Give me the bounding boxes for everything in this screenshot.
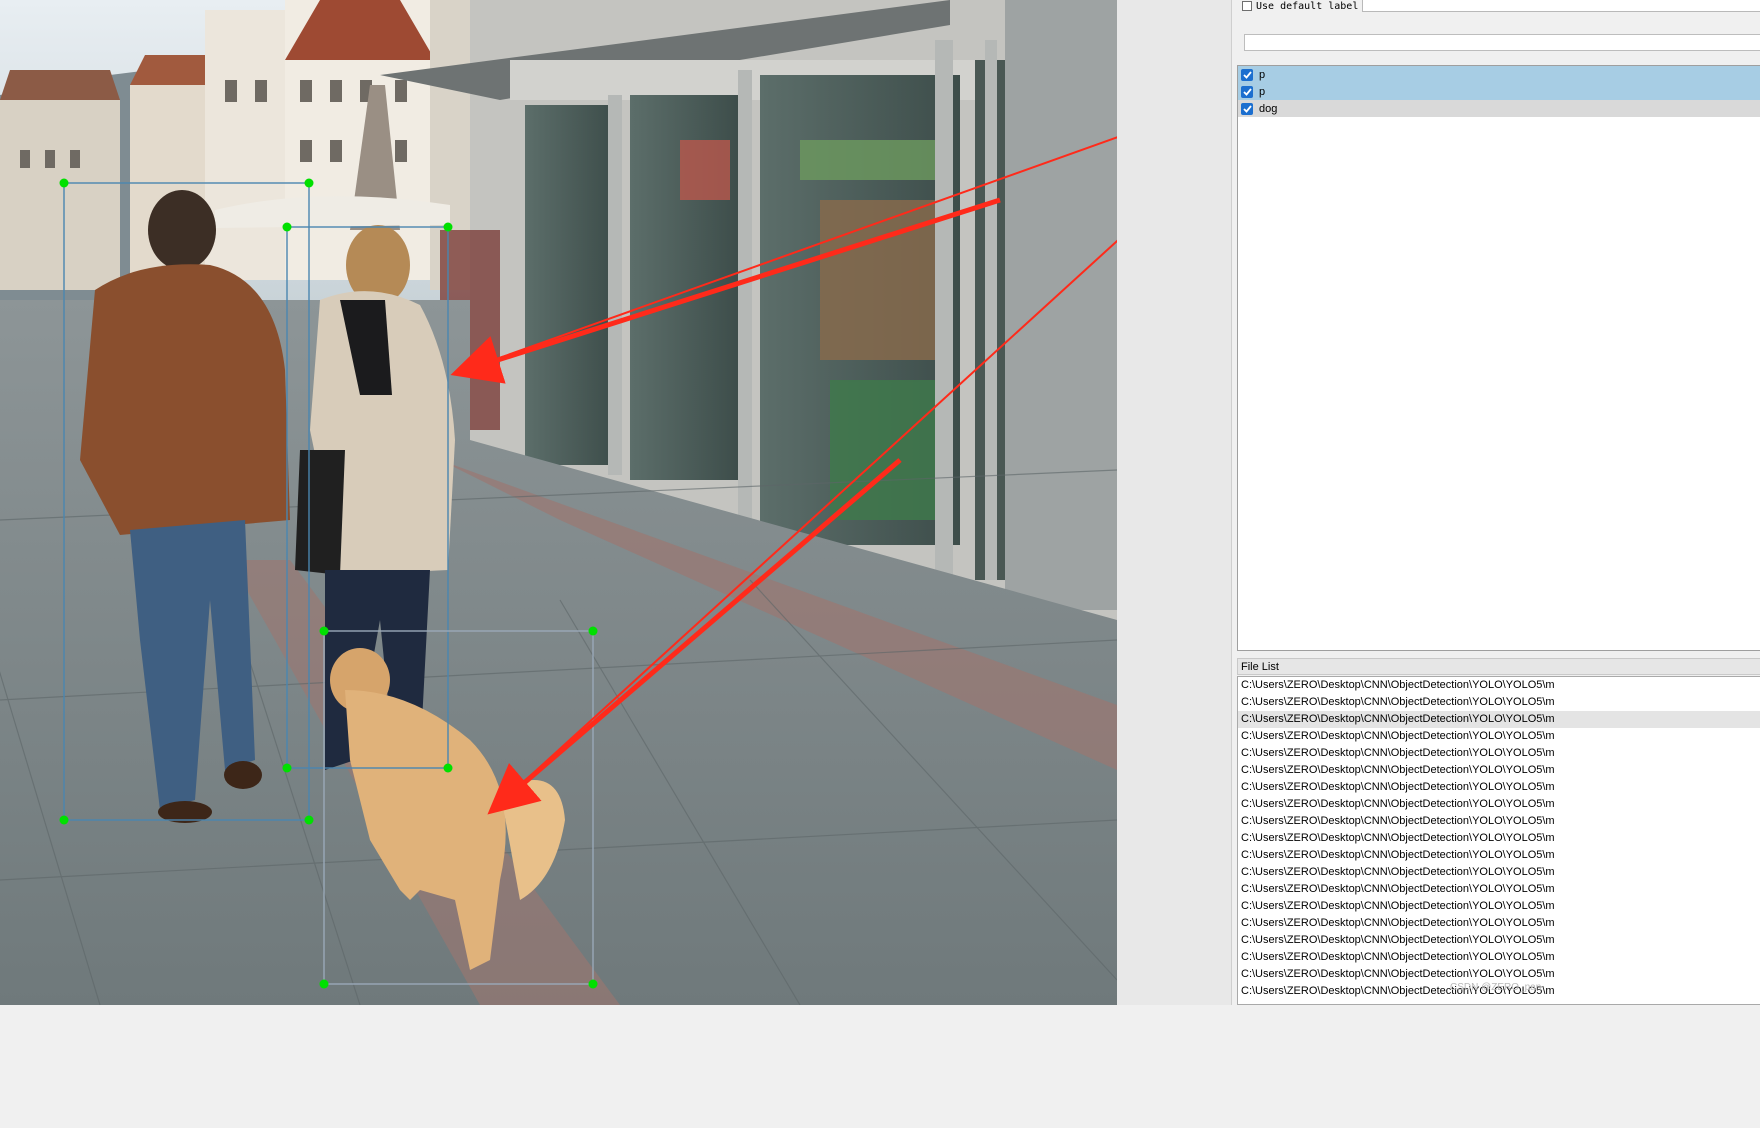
label-list[interactable]: p p dog bbox=[1237, 65, 1760, 651]
file-list[interactable]: C:\Users\ZERO\Desktop\CNN\ObjectDetectio… bbox=[1237, 676, 1760, 1005]
file-list-item[interactable]: C:\Users\ZERO\Desktop\CNN\ObjectDetectio… bbox=[1238, 966, 1760, 983]
label-list-item[interactable]: p bbox=[1238, 66, 1760, 83]
label-list-item[interactable]: p bbox=[1238, 83, 1760, 100]
handle bbox=[304, 178, 314, 188]
file-list-item[interactable]: C:\Users\ZERO\Desktop\CNN\ObjectDetectio… bbox=[1238, 779, 1760, 796]
handle bbox=[282, 222, 292, 232]
use-default-label-checkbox[interactable] bbox=[1242, 1, 1252, 11]
file-list-item[interactable]: C:\Users\ZERO\Desktop\CNN\ObjectDetectio… bbox=[1238, 762, 1760, 779]
handle bbox=[59, 178, 69, 188]
label-list-item[interactable]: dog bbox=[1238, 100, 1760, 117]
file-list-item[interactable]: C:\Users\ZERO\Desktop\CNN\ObjectDetectio… bbox=[1238, 813, 1760, 830]
use-default-label-row[interactable]: Use default label bbox=[1242, 0, 1358, 12]
default-label-input[interactable] bbox=[1362, 0, 1760, 12]
handle bbox=[443, 222, 453, 232]
checkbox-checked-icon[interactable] bbox=[1241, 68, 1253, 81]
handle bbox=[588, 626, 598, 636]
handle bbox=[588, 979, 598, 989]
annotation-overlay bbox=[59, 178, 598, 989]
file-list-item[interactable]: C:\Users\ZERO\Desktop\CNN\ObjectDetectio… bbox=[1238, 677, 1760, 694]
file-list-item[interactable]: C:\Users\ZERO\Desktop\CNN\ObjectDetectio… bbox=[1238, 881, 1760, 898]
file-list-item[interactable]: C:\Users\ZERO\Desktop\CNN\ObjectDetectio… bbox=[1238, 864, 1760, 881]
label-text: dog bbox=[1259, 102, 1278, 115]
file-list-item[interactable]: C:\Users\ZERO\Desktop\CNN\ObjectDetectio… bbox=[1238, 796, 1760, 813]
handle bbox=[319, 626, 329, 636]
file-list-item[interactable]: C:\Users\ZERO\Desktop\CNN\ObjectDetectio… bbox=[1238, 830, 1760, 847]
checkbox-checked-icon[interactable] bbox=[1241, 85, 1253, 98]
handle bbox=[319, 979, 329, 989]
checkbox-checked-icon[interactable] bbox=[1241, 102, 1253, 115]
handle bbox=[443, 763, 453, 773]
file-list-item[interactable]: C:\Users\ZERO\Desktop\CNN\ObjectDetectio… bbox=[1238, 711, 1760, 728]
file-list-item[interactable]: C:\Users\ZERO\Desktop\CNN\ObjectDetectio… bbox=[1238, 745, 1760, 762]
file-list-item[interactable]: C:\Users\ZERO\Desktop\CNN\ObjectDetectio… bbox=[1238, 949, 1760, 966]
watermark: CSDN @ZERO_pan bbox=[1450, 982, 1542, 993]
bbox-person-2 bbox=[286, 226, 449, 769]
bbox-dog bbox=[323, 630, 594, 985]
right-dock: Use default label p p dog File List C:\U… bbox=[1231, 0, 1760, 1005]
label-text: p bbox=[1259, 85, 1266, 98]
use-default-label-text: Use default label bbox=[1256, 0, 1359, 12]
label-filter-input[interactable] bbox=[1244, 34, 1760, 51]
label-text: p bbox=[1259, 68, 1266, 81]
bbox-person-1 bbox=[63, 182, 310, 821]
file-list-item[interactable]: C:\Users\ZERO\Desktop\CNN\ObjectDetectio… bbox=[1238, 932, 1760, 949]
file-list-item[interactable]: C:\Users\ZERO\Desktop\CNN\ObjectDetectio… bbox=[1238, 694, 1760, 711]
file-list-item[interactable]: C:\Users\ZERO\Desktop\CNN\ObjectDetectio… bbox=[1238, 847, 1760, 864]
image-canvas[interactable] bbox=[0, 0, 1117, 1005]
handle bbox=[59, 815, 69, 825]
handle bbox=[282, 763, 292, 773]
file-list-item[interactable]: C:\Users\ZERO\Desktop\CNN\ObjectDetectio… bbox=[1238, 728, 1760, 745]
file-list-item[interactable]: C:\Users\ZERO\Desktop\CNN\ObjectDetectio… bbox=[1238, 898, 1760, 915]
canvas-margin bbox=[1117, 0, 1231, 1005]
file-list-item[interactable]: C:\Users\ZERO\Desktop\CNN\ObjectDetectio… bbox=[1238, 915, 1760, 932]
file-list-title: File List bbox=[1237, 658, 1760, 675]
handle bbox=[304, 815, 314, 825]
